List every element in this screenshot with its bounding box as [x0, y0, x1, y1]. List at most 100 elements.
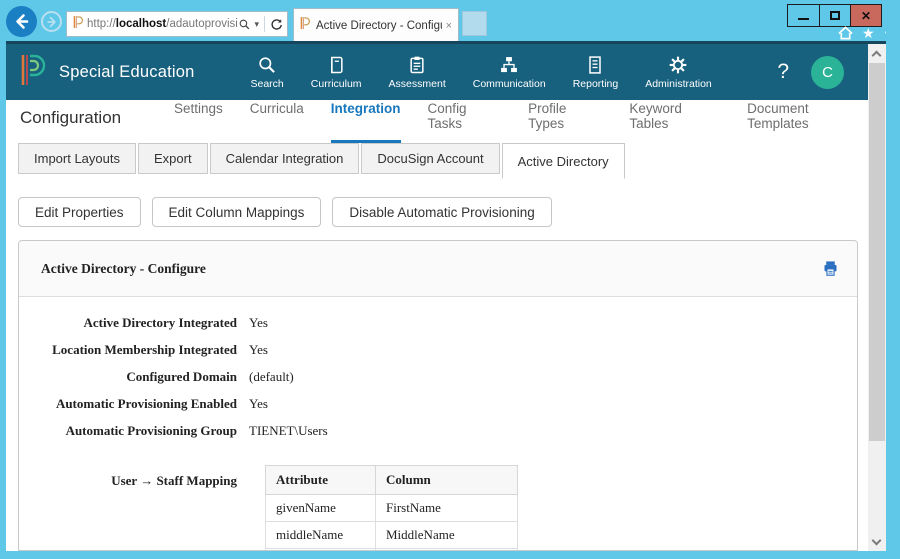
table-row: givenName FirstName	[266, 495, 518, 522]
user-avatar[interactable]: C	[811, 56, 844, 89]
nav-item-assessment[interactable]: Assessment	[389, 55, 446, 90]
panel-header: Active Directory - Configure	[19, 241, 857, 297]
url-text: http://localhost/adautoprovision.asp	[87, 18, 238, 30]
field-value: TIENET\Users	[249, 423, 328, 439]
page-content: Configuration Settings Curricula Integra…	[6, 100, 868, 551]
edit-properties-button[interactable]: Edit Properties	[18, 197, 141, 227]
browser-tab[interactable]: Active Directory - Configure ×	[293, 8, 459, 42]
refresh-icon[interactable]	[270, 18, 283, 31]
search-url-icon[interactable]	[238, 18, 251, 31]
tab-close-icon[interactable]: ×	[446, 20, 452, 32]
user-staff-mapping: User → Staff Mapping Attribute Column gi…	[19, 465, 857, 551]
window-frame-left	[0, 0, 6, 559]
close-button[interactable]: ✕	[850, 5, 881, 26]
scroll-down-icon[interactable]	[873, 537, 881, 545]
window-controls: ✕	[787, 4, 882, 27]
search-icon	[257, 55, 277, 75]
cell-column: MiddleName	[376, 522, 518, 549]
divider	[264, 16, 265, 32]
field-label: Automatic Provisioning Group	[19, 423, 237, 439]
nav-label: Assessment	[389, 78, 446, 90]
action-buttons: Edit Properties Edit Column Mappings Dis…	[6, 181, 868, 227]
column-header-attribute: Attribute	[266, 466, 376, 495]
powerschool-logo	[20, 53, 46, 92]
field-value: Yes	[249, 315, 268, 331]
panel-title: Active Directory - Configure	[41, 261, 822, 277]
printer-icon	[822, 260, 839, 277]
field-row: Automatic Provisioning Enabled Yes	[19, 396, 857, 412]
field-label: Automatic Provisioning Enabled	[19, 396, 237, 412]
vertical-scrollbar[interactable]	[868, 44, 886, 551]
back-arrow-icon	[13, 13, 30, 30]
subtab-calendar-integration[interactable]: Calendar Integration	[210, 143, 360, 174]
mapping-table: Attribute Column givenName FirstName mid…	[265, 465, 518, 551]
disable-automatic-provisioning-button[interactable]: Disable Automatic Provisioning	[332, 197, 551, 227]
field-row: Automatic Provisioning Group TIENET\User…	[19, 423, 857, 439]
field-label: Active Directory Integrated	[19, 315, 237, 331]
subtab-import-layouts[interactable]: Import Layouts	[18, 143, 136, 174]
tab-integration[interactable]: Integration	[331, 101, 401, 143]
edit-column-mappings-button[interactable]: Edit Column Mappings	[152, 197, 322, 227]
integration-subtabs: Import Layouts Export Calendar Integrati…	[6, 143, 868, 181]
maximize-icon	[830, 11, 840, 20]
favorites-icon[interactable]: ★	[862, 26, 875, 40]
url-host: localhost	[116, 18, 166, 30]
tab-config-tasks[interactable]: Config Tasks	[428, 101, 502, 143]
tab-favicon	[300, 16, 311, 35]
minimize-button[interactable]	[788, 5, 819, 26]
tab-profile-types[interactable]: Profile Types	[528, 101, 602, 143]
home-icon[interactable]	[838, 26, 853, 40]
field-value: (default)	[249, 369, 294, 385]
nav-item-search[interactable]: Search	[251, 55, 284, 90]
field-row: Active Directory Integrated Yes	[19, 315, 857, 331]
field-value: Yes	[249, 396, 268, 412]
active-directory-panel: Active Directory - Configure Active Dire…	[18, 240, 858, 551]
page-title: Configuration	[20, 108, 121, 128]
subtab-active-directory[interactable]: Active Directory	[502, 143, 625, 179]
scrollbar-thumb[interactable]	[869, 63, 885, 441]
nav-label: Curriculum	[311, 78, 362, 90]
cell-attribute: middleName	[266, 522, 376, 549]
back-button[interactable]	[6, 6, 37, 37]
tab-settings[interactable]: Settings	[174, 101, 223, 143]
field-row: Configured Domain (default)	[19, 369, 857, 385]
window-frame-right	[886, 0, 900, 559]
print-button[interactable]	[822, 260, 839, 277]
scroll-up-icon[interactable]	[873, 48, 881, 56]
book-icon	[326, 55, 346, 75]
tab-document-templates[interactable]: Document Templates	[747, 101, 868, 143]
nav-item-reporting[interactable]: Reporting	[573, 55, 619, 90]
maximize-button[interactable]	[819, 5, 850, 26]
url-dropdown-icon[interactable]: ▾	[254, 19, 259, 30]
nav-label: Reporting	[573, 78, 619, 90]
forward-button[interactable]	[41, 11, 62, 32]
gear-icon	[668, 55, 688, 75]
field-label: Location Membership Integrated	[19, 342, 237, 358]
field-label: Configured Domain	[19, 369, 237, 385]
subtab-export[interactable]: Export	[138, 143, 208, 174]
browser-titlebar: http://localhost/adautoprovision.asp ▾	[0, 0, 900, 41]
field-row: Location Membership Integrated Yes	[19, 342, 857, 358]
nav-item-administration[interactable]: Administration	[645, 55, 712, 90]
forward-arrow-icon	[46, 16, 58, 28]
main-nav: Search Curriculum Assessment	[251, 55, 712, 90]
browser-window: http://localhost/adautoprovision.asp ▾	[0, 0, 900, 559]
help-button[interactable]: ?	[777, 60, 789, 84]
app-header: Special Education Search Curriculum	[6, 44, 868, 100]
new-tab-button[interactable]	[462, 11, 487, 36]
app-title: Special Education	[59, 63, 195, 82]
subtab-docusign-account[interactable]: DocuSign Account	[361, 143, 499, 174]
tab-title: Active Directory - Configure	[316, 20, 442, 32]
cell-column: FirstName	[376, 495, 518, 522]
column-header-column: Column	[376, 466, 518, 495]
report-document-icon	[585, 55, 605, 75]
field-value: Yes	[249, 342, 268, 358]
address-bar[interactable]: http://localhost/adautoprovision.asp ▾	[66, 11, 288, 37]
minimize-icon	[798, 18, 809, 20]
tab-keyword-tables[interactable]: Keyword Tables	[629, 101, 720, 143]
tab-curricula[interactable]: Curricula	[250, 101, 304, 143]
nav-item-curriculum[interactable]: Curriculum	[311, 55, 362, 90]
configuration-header: Configuration Settings Curricula Integra…	[6, 100, 868, 143]
nav-item-communication[interactable]: Communication	[473, 55, 546, 90]
site-favicon	[73, 15, 84, 34]
